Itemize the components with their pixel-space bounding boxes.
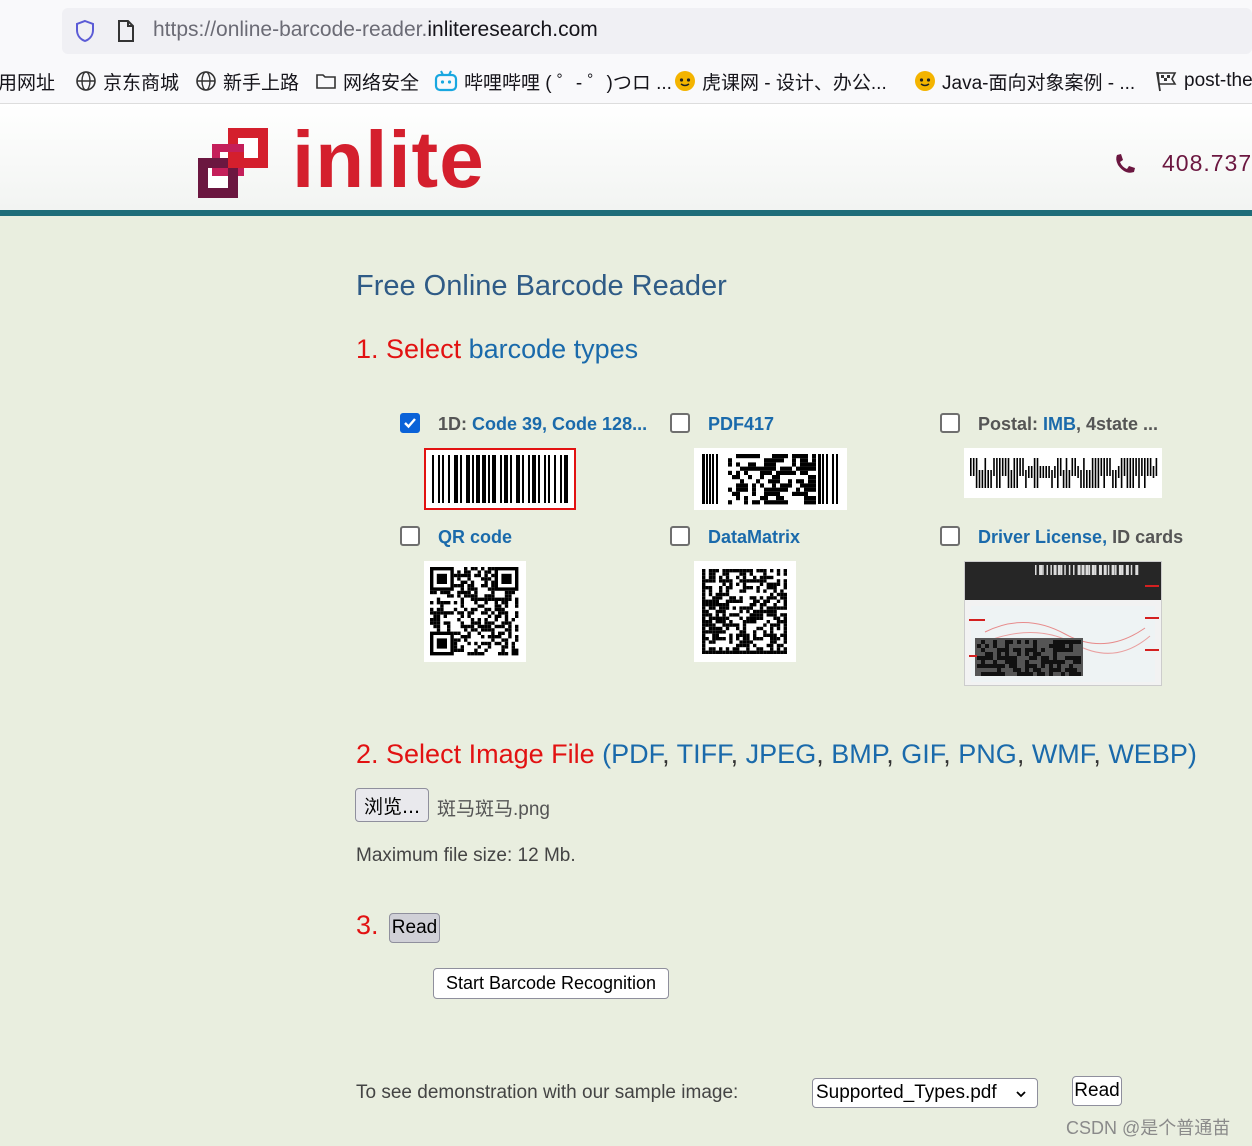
bookmark-item[interactable]: 新手上路	[195, 68, 299, 94]
inlite-logo-icon[interactable]	[198, 128, 268, 198]
format-webp[interactable]: WEBP	[1108, 739, 1188, 769]
browser-chrome: https://online-barcode-reader.inliterese…	[0, 0, 1252, 104]
checkmark-icon	[404, 418, 416, 429]
watermark: CSDN @是个普通苗	[1066, 1118, 1231, 1138]
bookmark-item[interactable]: 虎课网 - 设计、办公...	[674, 68, 887, 94]
format-tiff[interactable]: TIFF	[677, 739, 731, 769]
barcode-1d-image[interactable]	[424, 448, 576, 510]
postal-barcode-image[interactable]	[964, 448, 1162, 498]
bookmark-item[interactable]: post-the	[1154, 68, 1252, 94]
sample-image-select[interactable]: Supported_Types.pdf	[812, 1078, 1038, 1108]
checkbox-pdf417[interactable]	[670, 413, 690, 433]
pdf417-image[interactable]	[694, 448, 847, 510]
option-1d-label[interactable]: 1D: Code 39, Code 128...	[438, 414, 647, 435]
format-bmp[interactable]: BMP	[831, 739, 886, 769]
globe-icon	[76, 71, 96, 91]
step2-heading: 2. Select Image File (PDF, TIFF, JPEG, B…	[356, 739, 1197, 769]
bookmark-item[interactable]: 哔哩哔哩 ( ゜- ゜)つロ ...	[434, 68, 672, 94]
sample-demo-text: To see demonstration with our sample ima…	[356, 1082, 739, 1103]
option-pdf417-label[interactable]: PDF417	[708, 414, 774, 435]
format-pdf[interactable]: PDF	[611, 739, 662, 769]
option-datamatrix-label[interactable]: DataMatrix	[708, 527, 800, 548]
checkbox-1d[interactable]	[400, 413, 420, 433]
hukewang-icon	[675, 71, 695, 91]
option-postal-label[interactable]: Postal: IMB, 4state ...	[978, 414, 1158, 435]
checkbox-driver-license[interactable]	[940, 526, 960, 546]
folder-icon	[316, 74, 336, 89]
page-title: Free Online Barcode Reader	[356, 270, 727, 302]
hukewang-icon	[915, 71, 935, 91]
logo-text[interactable]: inlite	[292, 120, 485, 200]
checkbox-qr[interactable]	[400, 526, 420, 546]
page-icon	[118, 20, 134, 42]
site-header: inlite 408.737	[0, 104, 1252, 216]
format-png[interactable]: PNG	[958, 739, 1017, 769]
bookmark-item[interactable]: Java-面向对象案例 - ...	[914, 68, 1135, 94]
max-file-size-note: Maximum file size: 12 Mb.	[356, 845, 576, 866]
start-recognition-button[interactable]: Start Barcode Recognition	[433, 968, 669, 999]
sample-read-button[interactable]: Read	[1072, 1076, 1122, 1106]
checkbox-postal[interactable]	[940, 413, 960, 433]
bookmark-item[interactable]: 网络安全	[315, 68, 419, 94]
option-qr-label[interactable]: QR code	[438, 527, 512, 548]
selected-file-name: 斑马斑马.png	[437, 799, 550, 820]
url-text: https://online-barcode-reader.inliterese…	[153, 18, 598, 41]
format-wmf[interactable]: WMF	[1032, 739, 1093, 769]
flag-icon	[1156, 71, 1177, 92]
bilibili-icon	[434, 70, 458, 92]
globe-icon	[196, 71, 216, 91]
shield-icon	[76, 19, 94, 43]
chevron-down-icon	[1016, 1091, 1026, 1098]
read-button[interactable]: Read	[389, 913, 440, 943]
step3-heading: 3.	[356, 910, 379, 940]
bookmark-item[interactable]: 用网址	[0, 68, 55, 94]
format-jpeg[interactable]: JPEG	[746, 739, 817, 769]
qr-code-image[interactable]	[424, 561, 526, 662]
bookmarks-bar: 用网址 京东商城 新手上路 网络安全 哔哩哔哩 ( ゜- ゜)つロ ... 虎课…	[0, 62, 1252, 100]
option-driver-license-label[interactable]: Driver License, ID cards	[978, 527, 1183, 548]
step1-heading: 1. Select barcode types	[356, 334, 639, 364]
phone-icon	[1116, 154, 1135, 173]
datamatrix-image[interactable]	[694, 561, 796, 662]
driver-license-image[interactable]	[964, 561, 1162, 686]
phone-number[interactable]: 408.737	[1162, 150, 1252, 177]
checkbox-datamatrix[interactable]	[670, 526, 690, 546]
bookmark-item[interactable]: 京东商城	[75, 68, 179, 94]
format-gif[interactable]: GIF	[901, 739, 943, 769]
browse-button[interactable]: 浏览...	[355, 788, 429, 822]
address-bar[interactable]: https://online-barcode-reader.inliterese…	[62, 8, 1252, 54]
